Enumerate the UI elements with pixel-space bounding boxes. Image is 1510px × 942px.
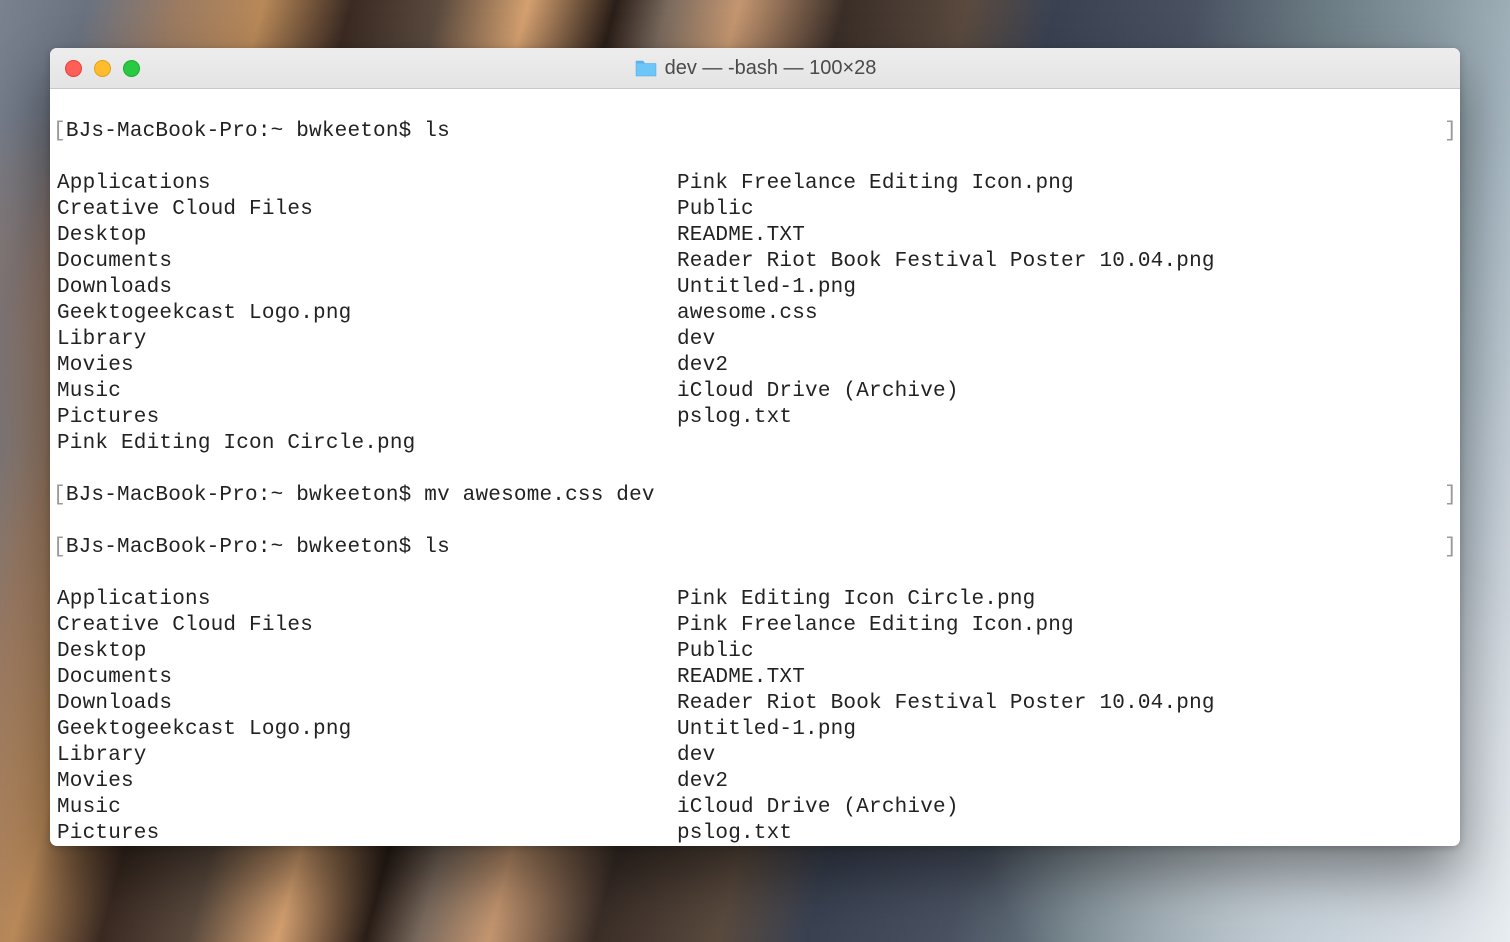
list-item: pslog.txt (673, 821, 1457, 846)
list-item: Applications (53, 587, 673, 613)
prompt: BJs-MacBook-Pro:~ bwkeeton$ (66, 484, 424, 507)
list-item: iCloud Drive (Archive) (673, 379, 1457, 405)
traffic-lights (65, 60, 140, 77)
list-item: Reader Riot Book Festival Poster 10.04.p… (673, 249, 1457, 275)
prompt: BJs-MacBook-Pro:~ bwkeeton$ (66, 120, 424, 143)
list-item: Untitled-1.png (673, 275, 1457, 301)
list-item: README.TXT (673, 665, 1457, 691)
list-item: iCloud Drive (Archive) (673, 795, 1457, 821)
list-item: Desktop (53, 639, 673, 665)
list-item: Geektogeekcast Logo.png (53, 717, 673, 743)
list-item: Pink Editing Icon Circle.png (673, 587, 1457, 613)
list-item: Pink Freelance Editing Icon.png (673, 613, 1457, 639)
list-item: Untitled-1.png (673, 717, 1457, 743)
list-item: Library (53, 743, 673, 769)
list-item: Pink Freelance Editing Icon.png (673, 171, 1457, 197)
folder-icon (634, 58, 658, 78)
command-mv: mv awesome.css dev (424, 484, 654, 507)
list-item: Music (53, 795, 673, 821)
list-item: Downloads (53, 691, 673, 717)
window-title: dev — -bash — 100×28 (665, 57, 877, 80)
terminal-window: dev — -bash — 100×28 [BJs-MacBook-Pro:~ … (50, 48, 1460, 846)
list-item: Public (673, 639, 1457, 665)
command-ls: ls (424, 120, 450, 143)
list-item: Library (53, 327, 673, 353)
list-item: dev (673, 743, 1457, 769)
list-item: Pictures (53, 405, 673, 431)
list-item: dev2 (673, 353, 1457, 379)
ls-output-2: Applications Creative Cloud Files Deskto… (53, 587, 1457, 846)
list-item: Pictures (53, 821, 673, 846)
list-item: Movies (53, 769, 673, 795)
list-item: Creative Cloud Files (53, 197, 673, 223)
list-item: Movies (53, 353, 673, 379)
minimize-button[interactable] (94, 60, 111, 77)
list-item: Documents (53, 249, 673, 275)
list-item: Creative Cloud Files (53, 613, 673, 639)
window-titlebar[interactable]: dev — -bash — 100×28 (50, 48, 1460, 89)
list-item: Desktop (53, 223, 673, 249)
list-item: Documents (53, 665, 673, 691)
command-ls: ls (424, 536, 450, 559)
list-item: Applications (53, 171, 673, 197)
maximize-button[interactable] (123, 60, 140, 77)
close-button[interactable] (65, 60, 82, 77)
list-item: Downloads (53, 275, 673, 301)
terminal-output[interactable]: [BJs-MacBook-Pro:~ bwkeeton$ ls] Applica… (50, 89, 1460, 846)
list-item: Music (53, 379, 673, 405)
list-item: Geektogeekcast Logo.png (53, 301, 673, 327)
list-item: README.TXT (673, 223, 1457, 249)
ls-output-1: Applications Creative Cloud Files Deskto… (53, 171, 1457, 457)
list-item: awesome.css (673, 301, 1457, 327)
window-title-container: dev — -bash — 100×28 (50, 57, 1460, 80)
list-item: Public (673, 197, 1457, 223)
list-item: Reader Riot Book Festival Poster 10.04.p… (673, 691, 1457, 717)
list-item: dev (673, 327, 1457, 353)
list-item: dev2 (673, 769, 1457, 795)
list-item: Pink Editing Icon Circle.png (53, 431, 673, 457)
list-item: pslog.txt (673, 405, 1457, 431)
prompt: BJs-MacBook-Pro:~ bwkeeton$ (66, 536, 424, 559)
